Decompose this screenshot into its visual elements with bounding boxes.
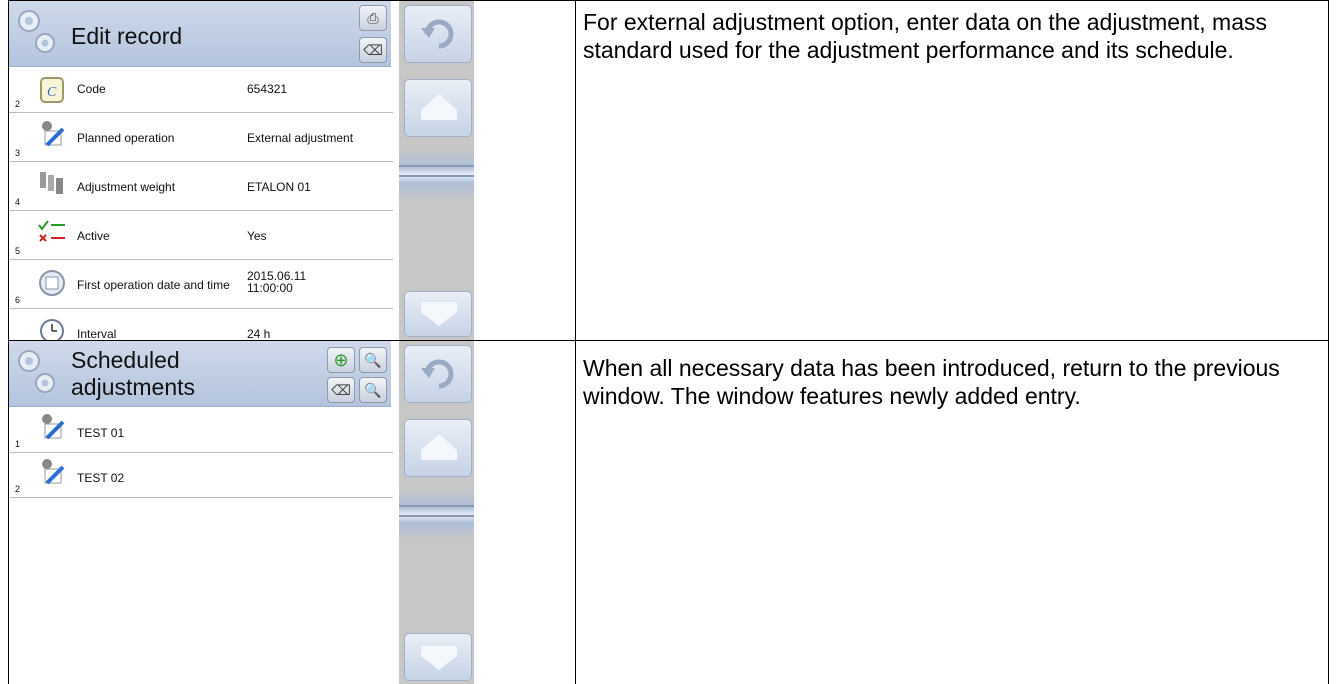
row-label: Adjustment weight <box>77 180 176 194</box>
arrow-up-icon <box>421 434 457 460</box>
print-button[interactable]: ⎙ <box>359 5 387 31</box>
page-title: Edit record <box>71 23 183 49</box>
list-item[interactable]: 1 TEST 01 <box>9 408 393 453</box>
eraser-icon: ⌫ <box>331 381 351 398</box>
record-row-interval[interactable]: 7 Interval 24 h <box>9 309 393 340</box>
row-label: First operation date and time <box>77 278 230 292</box>
row-number: 2 <box>15 484 21 494</box>
row-value: ETALON 01 <box>247 180 311 194</box>
eraser-button[interactable]: ⌫ <box>327 377 355 403</box>
eraser-button[interactable]: ⌫ <box>359 37 387 63</box>
svg-text:C: C <box>47 85 57 100</box>
record-row-first-operation[interactable]: 6 First operation date and time 2015.06.… <box>9 260 393 309</box>
thumb-grip-line <box>399 175 474 177</box>
row-label: Code <box>77 82 106 96</box>
eraser-icon: ⌫ <box>363 41 383 58</box>
edit-record-description: For external adjustment option, enter da… <box>583 9 1267 63</box>
weights-icon <box>40 172 63 194</box>
arrow-down-icon <box>421 302 457 326</box>
row-value: 654321 <box>247 82 288 96</box>
row-number: 3 <box>15 148 21 158</box>
planned-operation-icon <box>42 414 65 440</box>
page-title: Scheduled adjustments <box>71 347 195 401</box>
thumb-grip-line <box>399 165 474 167</box>
row-number: 4 <box>15 197 21 207</box>
planned-operation-icon <box>42 459 65 485</box>
scheduled-adjustments-screen: Scheduled adjustments ⊕ 🔍 ⌫ 🔍 1 TEST 01 … <box>9 341 474 684</box>
settings-gears-icon <box>18 10 55 53</box>
add-button[interactable]: ⊕ <box>327 347 355 373</box>
list-item[interactable]: 2 TEST 02 <box>9 453 393 498</box>
active-toggle-icon <box>38 220 65 242</box>
scroll-rail <box>399 341 474 684</box>
row-number: 5 <box>15 246 21 256</box>
search-by-name-button[interactable]: 🔍 <box>359 347 387 373</box>
undo-icon <box>421 359 454 389</box>
scroll-up-button[interactable] <box>404 79 472 137</box>
back-button[interactable] <box>404 345 472 403</box>
list-item-label: TEST 01 <box>77 426 125 440</box>
planned-operation-icon <box>42 121 65 147</box>
row-label: Active <box>77 229 110 243</box>
row-value: Yes <box>247 229 267 243</box>
record-row-planned-operation[interactable]: 3 Planned operation External adjustment <box>9 113 393 162</box>
table-border-right <box>1328 0 1329 684</box>
search-by-code-button[interactable]: 🔍 <box>359 377 387 403</box>
calendar-icon <box>39 270 65 296</box>
scheduled-adjustments-header: Scheduled adjustments ⊕ 🔍 ⌫ 🔍 <box>9 341 391 407</box>
row-number: 6 <box>15 295 21 305</box>
edit-record-screen: Edit record ⎙ ⌫ 2 C Code 654321 3 Planne… <box>9 1 474 340</box>
add-icon: ⊕ <box>333 349 349 370</box>
page-title-line2: adjustments <box>71 374 196 400</box>
search-code-icon: 🔍 <box>364 381 382 398</box>
time-value: 11:00:00 <box>247 281 293 295</box>
scroll-down-button[interactable] <box>404 291 472 337</box>
row-value: External adjustment <box>247 131 354 145</box>
thumb-grip-line <box>399 515 474 517</box>
row-value: 24 h <box>247 327 271 340</box>
row-value: 2015.06.11 11:00:00 <box>247 270 306 294</box>
row-number: 2 <box>15 99 21 109</box>
back-button[interactable] <box>404 5 472 63</box>
scheduled-adjustments-description: When all necessary data has been introdu… <box>583 355 1280 409</box>
scroll-rail <box>399 1 474 340</box>
row-label: Interval <box>77 327 117 340</box>
page-title-line1: Scheduled <box>71 347 180 373</box>
record-row-adjustment-weight[interactable]: 4 Adjustment weight ETALON 01 <box>9 162 393 211</box>
table-border-center <box>575 0 576 684</box>
row-number: 1 <box>15 439 21 449</box>
record-row-active[interactable]: 5 Active Yes <box>9 211 393 260</box>
record-row-code[interactable]: 2 C Code 654321 <box>9 68 393 113</box>
edit-record-header: Edit record ⎙ ⌫ <box>9 1 391 67</box>
scrollbar-thumb[interactable] <box>399 149 474 201</box>
row-label: Planned operation <box>77 131 175 145</box>
undo-icon <box>421 19 454 49</box>
scrollbar-thumb[interactable] <box>399 489 474 541</box>
arrow-up-icon <box>421 94 457 120</box>
printer-icon: ⎙ <box>367 9 379 26</box>
arrow-down-icon <box>421 646 457 670</box>
list-item-label: TEST 02 <box>77 471 125 485</box>
thumb-grip-line <box>399 505 474 507</box>
settings-gears-icon <box>18 350 55 393</box>
code-icon: C <box>40 77 64 103</box>
scroll-down-button[interactable] <box>404 633 472 681</box>
clock-icon <box>40 319 64 340</box>
scroll-up-button[interactable] <box>404 419 472 477</box>
search-name-icon: 🔍 <box>364 351 382 368</box>
